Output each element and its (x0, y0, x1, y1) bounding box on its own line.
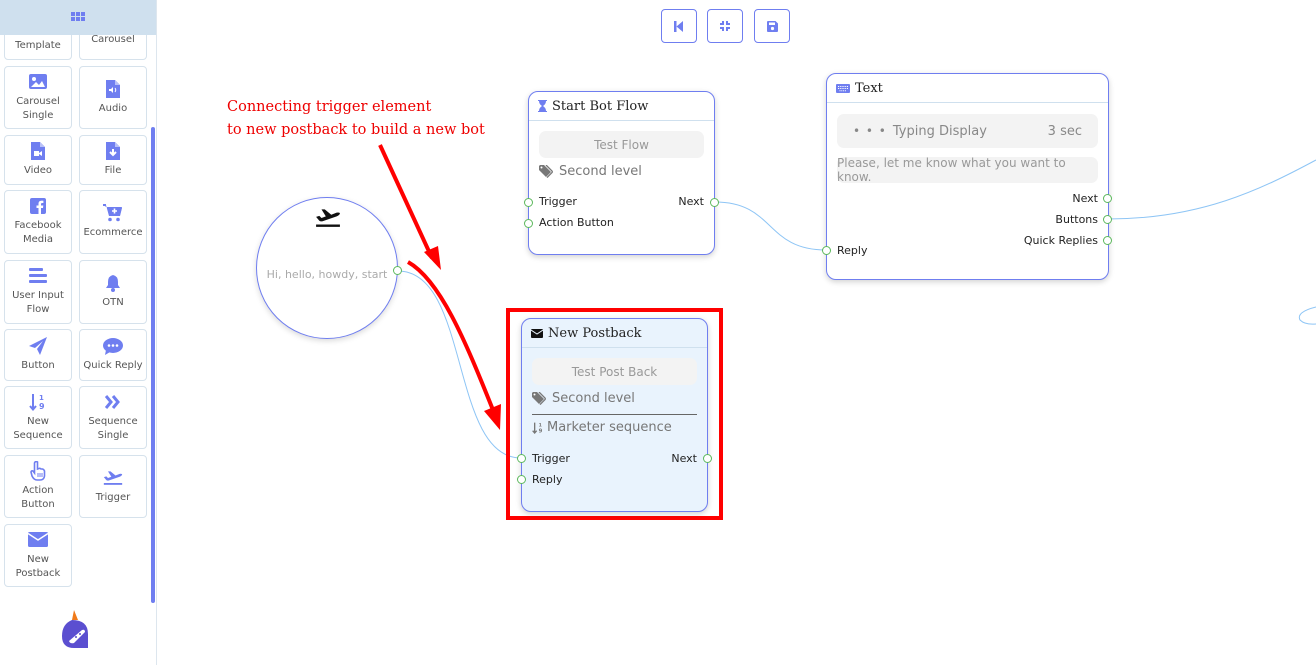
label-row: Second level (539, 164, 642, 179)
input-action-button-label: Action Button (539, 216, 614, 229)
label-text: Second level (552, 391, 635, 406)
postback-next-port[interactable] (703, 454, 712, 463)
output-next-label: Next (1072, 192, 1098, 205)
trigger-node[interactable]: Hi, hello, howdy, start (256, 197, 398, 339)
svg-text:1: 1 (539, 422, 542, 428)
annotation-arrow-2 (406, 260, 495, 411)
start-flow-trigger-port[interactable] (524, 198, 533, 207)
message-text[interactable]: Please, let me know what you want to kno… (837, 156, 1098, 184)
node-title: Start Bot Flow (552, 98, 649, 114)
input-reply-label: Reply (837, 244, 868, 257)
sort-numeric-icon: 19 (532, 422, 544, 434)
label-text: Second level (559, 164, 642, 179)
divider (532, 414, 697, 415)
test-postback-button[interactable]: Test Post Back (532, 358, 697, 385)
trigger-keywords: Hi, hello, howdy, start (266, 268, 388, 281)
text-node[interactable]: Text • • • Typing Display 3 sec Please, … (826, 73, 1109, 280)
input-trigger-label: Trigger (532, 452, 570, 465)
typing-value: 3 sec (1047, 123, 1082, 139)
label-row: Second level (532, 391, 635, 406)
tags-icon (539, 165, 555, 178)
start-flow-action-button-port[interactable] (524, 219, 533, 228)
connection-trigger-to-postback (397, 270, 522, 459)
output-next-label: Next (678, 195, 704, 208)
node-header: Start Bot Flow (529, 92, 714, 121)
text-reply-port[interactable] (822, 246, 831, 255)
typing-display-row[interactable]: • • • Typing Display 3 sec (837, 114, 1098, 148)
trigger-output-port[interactable] (393, 266, 402, 275)
output-buttons-label: Buttons (1055, 213, 1098, 226)
connection-text-buttons-out (1107, 159, 1316, 220)
plane-departure-icon (315, 208, 341, 232)
sequence-row: 19 Marketer sequence (532, 420, 672, 435)
text-next-port[interactable] (1103, 194, 1112, 203)
sequence-text: Marketer sequence (547, 420, 672, 435)
connection-offscreen-loop (1298, 306, 1316, 325)
node-title: Text (855, 80, 883, 96)
start-bot-flow-node[interactable]: Start Bot Flow Test Flow Second level Tr… (528, 91, 715, 255)
svg-text:9: 9 (539, 428, 543, 433)
hourglass-icon (538, 100, 547, 112)
node-header: New Postback (522, 319, 707, 348)
text-buttons-port[interactable] (1103, 215, 1112, 224)
input-trigger-label: Trigger (539, 195, 577, 208)
sidebar-header[interactable] (0, 0, 156, 35)
envelope-icon (531, 328, 543, 338)
postback-trigger-port[interactable] (517, 454, 526, 463)
typing-dots-icon: • • • (853, 124, 887, 138)
text-quick-replies-port[interactable] (1103, 236, 1112, 245)
node-header: Text (827, 74, 1108, 103)
output-quick-replies-label: Quick Replies (1023, 234, 1098, 247)
postback-reply-port[interactable] (517, 475, 526, 484)
output-next-label: Next (671, 452, 697, 465)
keyboard-icon (836, 83, 850, 93)
connection-startflow-to-text (714, 201, 827, 251)
node-title: New Postback (548, 325, 642, 341)
annotation-arrow-2-head (484, 404, 501, 430)
input-reply-label: Reply (532, 473, 563, 486)
test-flow-button[interactable]: Test Flow (539, 131, 704, 158)
start-flow-next-port[interactable] (710, 198, 719, 207)
grid-icon (70, 12, 86, 23)
tags-icon (532, 392, 548, 405)
new-postback-node[interactable]: New Postback Test Post Back Second level… (521, 318, 708, 512)
typing-label: Typing Display (892, 123, 987, 139)
